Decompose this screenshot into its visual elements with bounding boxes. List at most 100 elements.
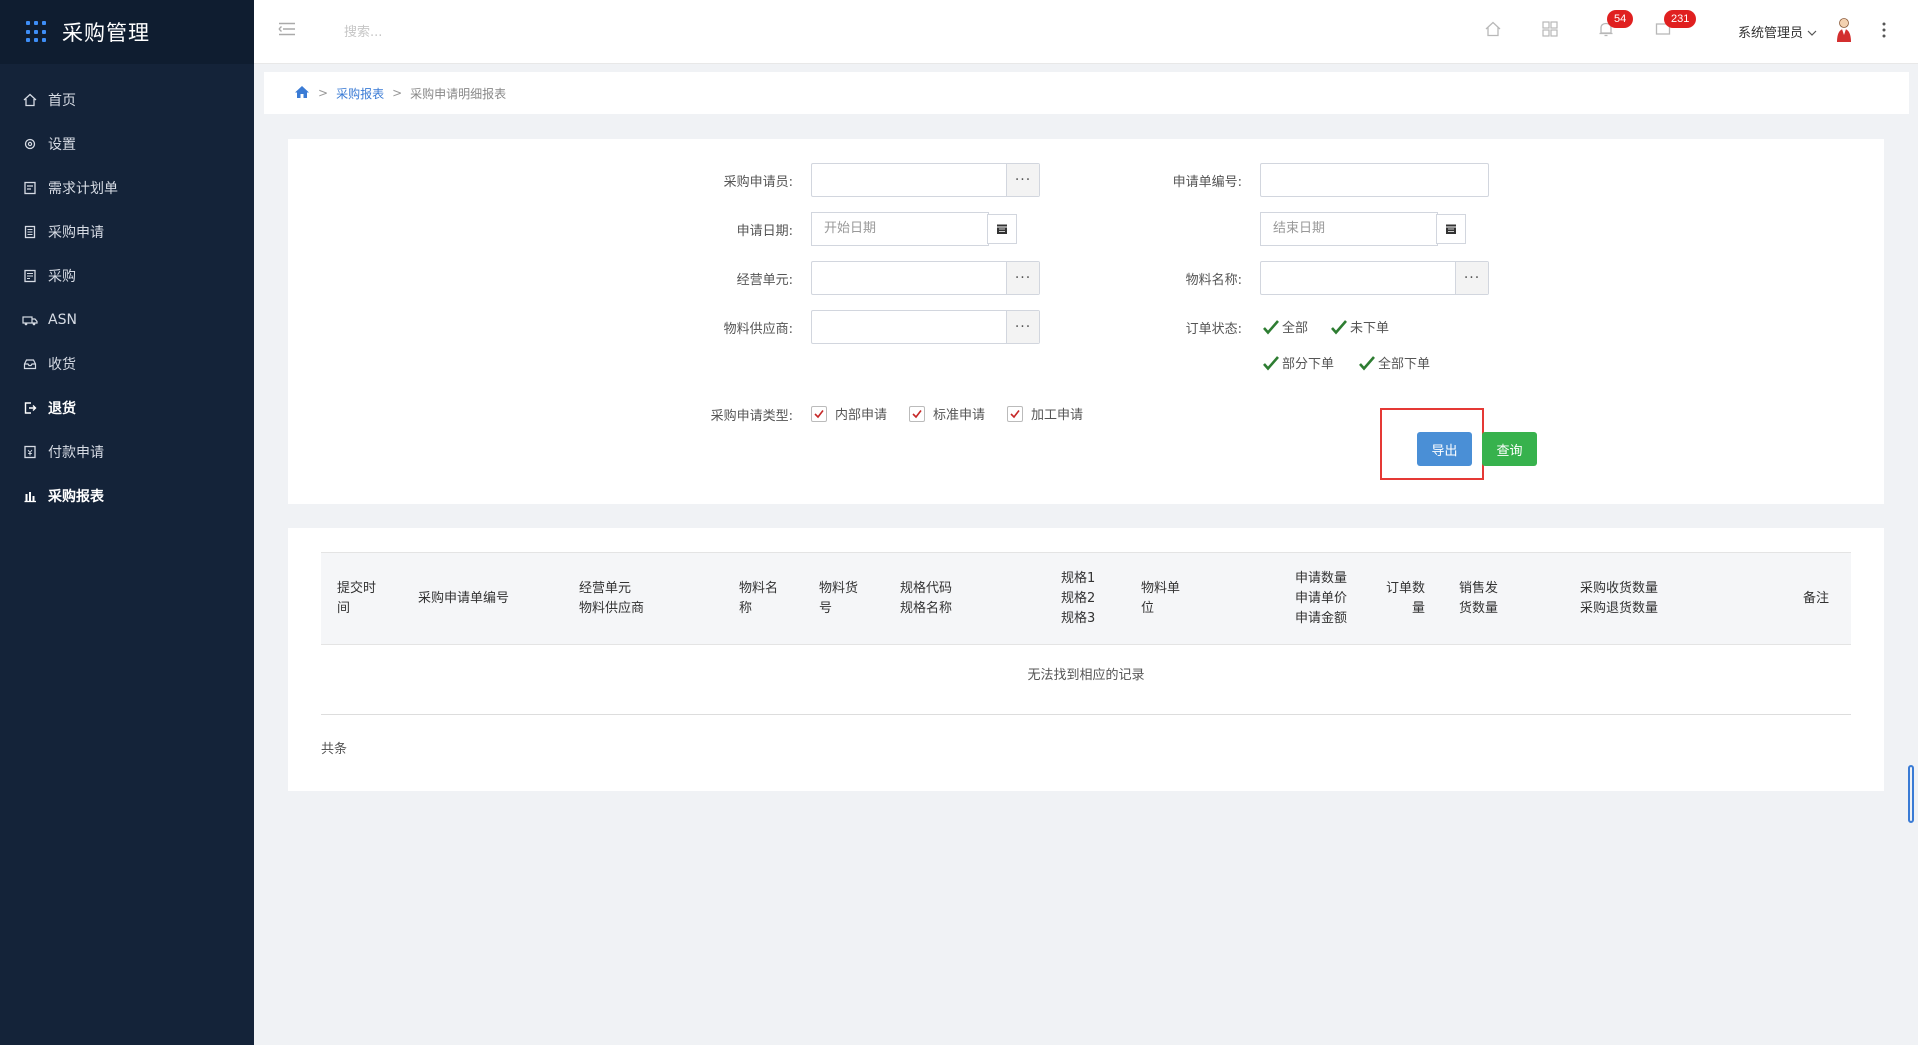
brand: 采购管理	[0, 0, 254, 64]
sidebar-item-label: 首页	[48, 93, 76, 109]
status-all-ordered-checkbox[interactable]: 全部下单	[1358, 353, 1430, 372]
sidebar-item-purchase-request[interactable]: 采购申请	[0, 210, 254, 254]
calendar-icon[interactable]	[1436, 214, 1466, 244]
sidebar-item-label: 采购报表	[48, 489, 104, 505]
supplier-input[interactable]: ···	[811, 310, 1040, 344]
col-submit-time[interactable]: 提交时间	[337, 579, 376, 619]
request-no-label: 申请单编号:	[1172, 175, 1242, 190]
material-name-input[interactable]: ···	[1260, 261, 1489, 295]
status-all-checkbox[interactable]: 全部	[1262, 317, 1308, 336]
bell-icon[interactable]: 54	[1597, 10, 1634, 40]
col-remark[interactable]: 备注	[1803, 589, 1829, 609]
ellipsis-icon[interactable]: ···	[1006, 164, 1039, 196]
message-badge: 231	[1664, 10, 1697, 28]
ellipsis-icon[interactable]: ···	[1006, 311, 1039, 343]
calendar-icon[interactable]	[987, 214, 1017, 244]
col-order-qty[interactable]: 订单数量	[1379, 579, 1425, 619]
status-partial-checkbox[interactable]: 部分下单	[1262, 353, 1334, 372]
gear-icon	[22, 136, 38, 152]
business-unit-input[interactable]: ···	[811, 261, 1040, 295]
request-type-label: 采购申请类型:	[710, 409, 793, 424]
sidebar-item-receiving[interactable]: 收货	[0, 342, 254, 386]
sidebar-item-label: 退货	[48, 401, 76, 417]
col-request-no[interactable]: 采购申请单编号	[418, 589, 509, 609]
check-icon	[1262, 319, 1279, 335]
col-sales-shipped-qty[interactable]: 销售发 货数量	[1459, 579, 1498, 619]
type-standard-checkbox[interactable]: 标准申请	[909, 404, 985, 423]
date-label: 申请日期:	[736, 224, 793, 239]
sidebar-item-purchase-report[interactable]: 采购报表	[0, 474, 254, 518]
check-icon	[1358, 355, 1375, 371]
user-name: 系统管理员	[1738, 26, 1804, 41]
col-material-code[interactable]: 物料货号	[819, 579, 858, 619]
chevron-down-icon	[1807, 26, 1817, 41]
check-icon	[909, 405, 925, 422]
inbox-icon	[22, 356, 38, 372]
clipboard-icon	[22, 224, 38, 240]
sidebar-item-label: ASN	[48, 312, 77, 328]
start-date-input[interactable]: 开始日期	[811, 212, 989, 246]
end-date-input[interactable]: 结束日期	[1260, 212, 1438, 246]
results-table-panel: 提交时间 采购申请单编号 经营单元 物料供应商 物料名称 物料货号 规格代码 规格名…	[288, 528, 1884, 791]
sidebar-item-label: 需求计划单	[48, 181, 118, 197]
material-name-label: 物料名称:	[1185, 273, 1242, 288]
app-title: 采购管理	[62, 21, 150, 45]
breadcrumb-link-purchase-report[interactable]: 采购报表	[336, 85, 384, 102]
request-no-input[interactable]	[1260, 163, 1489, 197]
search-form-panel: 采购申请员: ··· 申请单编号: 申请日期: 开始日期 结束日期 经营单元: …	[288, 139, 1884, 504]
col-received-returned-qty[interactable]: 采购收货数量 采购退货数量	[1580, 579, 1658, 619]
empty-message: 无法找到相应的记录	[321, 645, 1851, 715]
message-icon[interactable]: 231	[1654, 10, 1697, 40]
more-vertical-icon[interactable]	[1882, 22, 1886, 38]
home-icon[interactable]	[294, 85, 310, 102]
avatar[interactable]	[1834, 16, 1854, 44]
check-icon	[1262, 355, 1279, 371]
col-business-unit-supplier[interactable]: 经营单元 物料供应商	[579, 579, 644, 619]
type-processing-checkbox[interactable]: 加工申请	[1007, 404, 1083, 423]
status-not-ordered-checkbox[interactable]: 未下单	[1330, 317, 1389, 336]
col-spec-code-name[interactable]: 规格代码 规格名称	[900, 579, 952, 619]
business-unit-label: 经营单元:	[736, 273, 793, 288]
sidebar-item-purchase[interactable]: 采购	[0, 254, 254, 298]
user-menu[interactable]: 系统管理员	[1738, 22, 1817, 41]
sidebar-item-asn[interactable]: ASN	[0, 298, 254, 342]
check-icon	[1007, 405, 1023, 422]
sidebar-item-settings[interactable]: 设置	[0, 122, 254, 166]
sidebar-item-label: 采购	[48, 269, 76, 285]
sidebar-item-payment[interactable]: 付款申请	[0, 430, 254, 474]
menu-toggle-icon[interactable]	[278, 22, 296, 36]
ellipsis-icon[interactable]: ···	[1455, 262, 1488, 294]
home-icon[interactable]	[1484, 20, 1504, 40]
col-specs[interactable]: 规格1 规格2 规格3	[1061, 569, 1095, 629]
sidebar-nav: 首页 设置 需求计划单 采购申请 采购 ASN 收货 退货 付款申请 采购报表	[0, 78, 254, 518]
payment-icon	[22, 444, 38, 460]
col-material-name[interactable]: 物料名称	[739, 579, 778, 619]
apps-icon[interactable]	[1541, 20, 1561, 40]
sidebar-item-home[interactable]: 首页	[0, 78, 254, 122]
table-header: 提交时间 采购申请单编号 经营单元 物料供应商 物料名称 物料货号 规格代码 规格名…	[321, 552, 1851, 645]
notification-badge: 54	[1607, 10, 1634, 28]
query-button[interactable]: 查询	[1482, 432, 1537, 466]
order-status-label: 订单状态:	[1185, 322, 1242, 337]
breadcrumb-current: 采购申请明细报表	[410, 86, 507, 101]
applicant-label: 采购申请员:	[723, 175, 793, 190]
col-uom[interactable]: 物料单位	[1141, 579, 1180, 619]
sidebar-item-returns[interactable]: 退货	[0, 386, 254, 430]
search-input[interactable]	[344, 20, 544, 44]
supplier-label: 物料供应商:	[723, 322, 793, 337]
home-icon	[22, 92, 38, 108]
sidebar: 采购管理 首页 设置 需求计划单 采购申请 采购 ASN 收货 退货 付款申请 …	[0, 0, 254, 1045]
bar-chart-icon	[22, 488, 38, 504]
scrollbar-thumb[interactable]	[1908, 765, 1914, 823]
export-button[interactable]: 导出	[1417, 432, 1472, 466]
sidebar-item-demand-plan[interactable]: 需求计划单	[0, 166, 254, 210]
type-internal-checkbox[interactable]: 内部申请	[811, 404, 887, 423]
truck-icon	[22, 312, 38, 328]
sidebar-item-label: 收货	[48, 357, 76, 373]
check-icon	[811, 405, 827, 422]
applicant-input[interactable]: ···	[811, 163, 1040, 197]
ellipsis-icon[interactable]: ···	[1006, 262, 1039, 294]
apps-grid-icon[interactable]	[26, 21, 48, 43]
topbar: 54 231 系统管理员	[254, 0, 1918, 64]
col-request-qty-price-amount[interactable]: 申请数量 申请单价 申请金额	[1295, 569, 1347, 629]
